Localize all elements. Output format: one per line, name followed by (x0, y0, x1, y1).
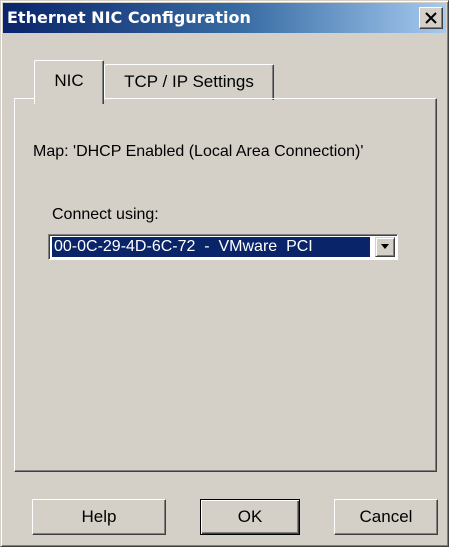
close-button[interactable] (419, 7, 443, 29)
ok-button[interactable]: OK (200, 499, 300, 535)
tab-tcp-ip-settings[interactable]: TCP / IP Settings (104, 64, 274, 100)
dropdown-button[interactable] (375, 237, 395, 257)
adapter-select-value: 00-0C-29-4D-6C-72 - VMware PCI (52, 237, 370, 257)
tab-label: TCP / IP Settings (124, 72, 254, 91)
adapter-select[interactable]: 00-0C-29-4D-6C-72 - VMware PCI (48, 234, 398, 260)
tab-label: NIC (54, 71, 84, 90)
chevron-down-icon (381, 244, 389, 249)
window-title: Ethernet NIC Configuration (7, 8, 251, 27)
close-icon (425, 12, 437, 24)
cancel-button[interactable]: Cancel (334, 499, 438, 535)
map-label: Map: 'DHCP Enabled (Local Area Connectio… (33, 143, 364, 160)
tab-nic[interactable]: NIC (34, 60, 104, 104)
title-bar[interactable]: Ethernet NIC Configuration (3, 3, 446, 33)
help-button[interactable]: Help (32, 499, 166, 535)
connect-using-label: Connect using: (52, 206, 159, 223)
